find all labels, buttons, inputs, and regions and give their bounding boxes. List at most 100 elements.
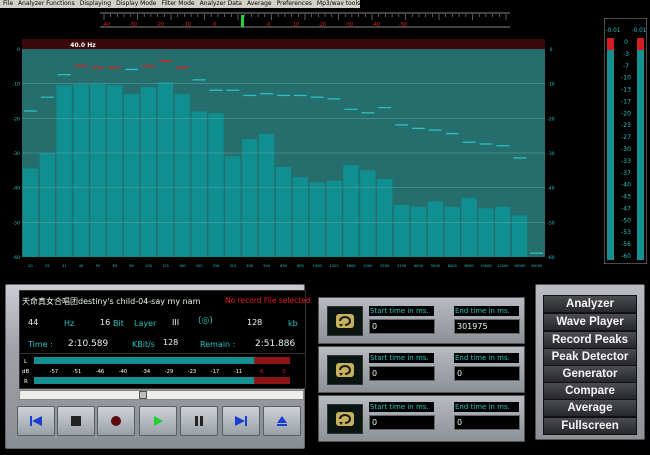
menu-bar: File Analyzer Functions Displaying Displ… xyxy=(0,0,403,8)
average-button[interactable]: Average xyxy=(543,399,637,417)
freq-label: 250 xyxy=(213,264,221,268)
spectrum-bar xyxy=(512,215,528,257)
time-range-panel-1: Start time in ms. 0 End time in ms. 3019… xyxy=(318,297,525,344)
spectrum-bar xyxy=(292,177,309,257)
play-button[interactable] xyxy=(139,406,177,436)
top-scale-label: -40 xyxy=(102,22,110,28)
spectrum-bar xyxy=(393,205,410,257)
top-scale-label: -30 xyxy=(345,22,353,28)
eject-button[interactable] xyxy=(263,406,301,436)
top-scale-label: -40 xyxy=(372,22,380,28)
menu-file[interactable]: File xyxy=(3,0,13,8)
end-time-input-2[interactable]: 0 xyxy=(454,366,520,381)
spectrum-bar xyxy=(22,168,39,257)
peak-marker xyxy=(74,65,88,67)
stereo-icon: (◎) xyxy=(198,316,213,326)
next-button[interactable] xyxy=(222,406,260,436)
analyzer-button[interactable]: Analyzer xyxy=(543,295,637,313)
menu-preferences[interactable]: Preferences xyxy=(277,0,312,8)
compare-button[interactable]: Compare xyxy=(543,382,637,400)
eject-icon xyxy=(277,416,287,426)
loop-button-2[interactable] xyxy=(327,355,363,385)
vu-left-fill xyxy=(34,357,270,364)
top-position-slider[interactable]: -0-0-10-10-20-20-30-30-40-40-50-50 xyxy=(100,9,510,31)
freq-label: 16000 xyxy=(514,264,526,268)
wave-player-button[interactable]: Wave Player xyxy=(543,313,637,331)
vu-scale-label: -11 xyxy=(234,369,242,375)
record-peaks-button[interactable]: Record Peaks xyxy=(543,331,637,349)
vu-scale-label: -23 xyxy=(188,369,196,375)
meter-scale-label: -23 xyxy=(621,122,631,129)
freq-label: 3150 xyxy=(397,264,407,268)
end-time-input-1[interactable]: 301975 xyxy=(454,319,520,334)
freq-label: 80 xyxy=(129,264,134,268)
peak-marker xyxy=(361,112,375,114)
freq-label: 12500 xyxy=(497,264,509,268)
menu-display-mode[interactable]: Display Mode xyxy=(116,0,156,8)
elapsed-time: 2:10.589 xyxy=(68,339,109,349)
meter-scale-label: -56 xyxy=(621,241,631,248)
loop-button-3[interactable] xyxy=(327,404,363,434)
menu-info[interactable]: Info xyxy=(392,0,403,8)
menu-mp3-wav-tools[interactable]: Mp3/wav tools xyxy=(317,0,360,8)
freq-label: 4000 xyxy=(414,264,424,268)
player-vu-meter: LdB R -57 -51 -46 -40 -34 -29 -23 -17 -11 -6 0 xyxy=(19,353,306,389)
previous-button[interactable] xyxy=(17,406,55,436)
spectrum-bar xyxy=(140,87,157,257)
spectrum-bar xyxy=(309,182,325,257)
vu-scale-label: -6 xyxy=(258,369,263,375)
start-time-input-3[interactable]: 0 xyxy=(369,415,435,430)
spectrum-bar xyxy=(107,85,123,258)
end-time-label-2: End time in ms. xyxy=(454,353,519,363)
top-scale-ticks: -0-0-10-10-20-20-30-30-40-40-50-50 xyxy=(102,14,507,28)
loop-button-1[interactable] xyxy=(327,306,363,336)
menu-analyzer-data[interactable]: Analyzer Data xyxy=(200,0,242,8)
menu-module[interactable]: Module xyxy=(365,0,387,8)
peak-marker xyxy=(142,65,155,67)
peak-marker xyxy=(479,143,493,145)
right-meter-clip xyxy=(637,38,644,50)
end-time-input-3[interactable]: 0 xyxy=(454,415,520,430)
peak-marker xyxy=(192,79,206,81)
menu-average[interactable]: Average xyxy=(247,0,272,8)
module-menu-panel: Analyzer Wave Player Record Peaks Peak D… xyxy=(535,284,645,440)
record-button[interactable] xyxy=(97,406,135,436)
freq-label: 400 xyxy=(246,264,254,268)
fullscreen-button[interactable]: Fullscreen xyxy=(543,417,637,435)
start-time-input-1[interactable]: 0 xyxy=(369,319,435,334)
top-scale-label: -30 xyxy=(129,22,137,28)
menu-analyzer-functions[interactable]: Analyzer Functions xyxy=(18,0,75,8)
meter-scale-label: -27 xyxy=(621,134,631,141)
peak-marker xyxy=(226,89,240,91)
seek-bar[interactable] xyxy=(19,390,304,400)
y-tick-label: -50 xyxy=(13,220,20,226)
slider-thumb[interactable] xyxy=(241,15,244,27)
spectrum-bar xyxy=(326,180,342,257)
freq-label: 10000 xyxy=(480,264,492,268)
pause-button[interactable] xyxy=(180,406,218,436)
freq-label: 5000 xyxy=(431,264,441,268)
spectrum-bar xyxy=(225,156,241,257)
meter-scale-label: 0 xyxy=(624,39,628,46)
stop-button[interactable] xyxy=(57,406,95,436)
player-display: 天命真女合唱团destiny's child-04-say my nam No … xyxy=(19,290,311,356)
seek-thumb[interactable] xyxy=(139,391,147,399)
freq-label: 25 xyxy=(45,264,50,268)
kbits-label: KBit/s xyxy=(132,340,155,349)
track-title: 天命真女合唱团destiny's child-04-say my nam xyxy=(22,297,201,306)
layer-label: Layer xyxy=(134,319,157,328)
spectrum-bar xyxy=(427,201,443,257)
layer-value: III xyxy=(172,318,180,327)
menu-filter-mode[interactable]: Filter Mode xyxy=(162,0,195,8)
meter-scale-label: -3 xyxy=(623,51,629,58)
peak-marker xyxy=(462,141,476,143)
generator-button[interactable]: Generator xyxy=(543,365,637,383)
meter-scale-label: -47 xyxy=(621,205,631,212)
peak-detector-button[interactable]: Peak Detector xyxy=(543,348,637,366)
y-tick-label-right: -10 xyxy=(547,82,554,88)
start-time-input-2[interactable]: 0 xyxy=(369,366,435,381)
peak-marker xyxy=(57,74,71,76)
menu-displaying[interactable]: Displaying xyxy=(80,0,111,8)
peak-marker xyxy=(310,96,324,98)
loop-icon xyxy=(336,314,354,328)
